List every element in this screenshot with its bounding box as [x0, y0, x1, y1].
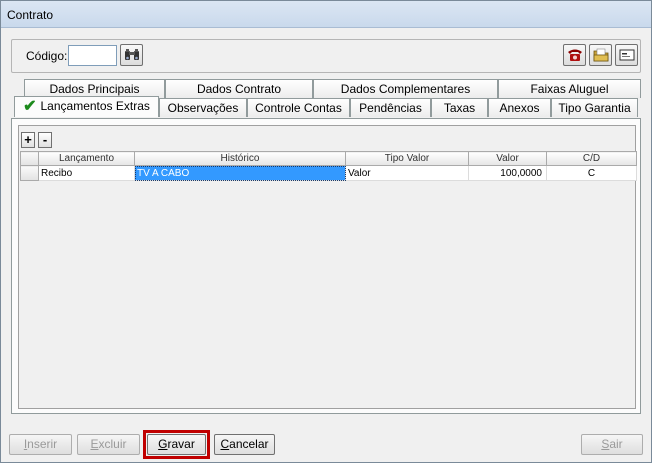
checkmark-icon: ✔	[23, 98, 37, 115]
column-header-historico[interactable]: Histórico	[134, 151, 346, 166]
tab-pendencias[interactable]: Pendências	[350, 98, 431, 117]
row-indicator-header	[20, 151, 39, 166]
button-label-rest: air	[609, 437, 623, 451]
hotkey-letter: E	[90, 437, 99, 451]
tab-label: Lançamentos Extras	[40, 99, 150, 113]
tab-faixas-aluguel[interactable]: Faixas Aluguel	[498, 79, 641, 98]
tab-row-front: ✔ Lançamentos Extras Observações Controle…	[11, 96, 641, 117]
column-header-lancamento[interactable]: Lançamento	[38, 151, 135, 166]
hotkey-letter: G	[158, 437, 168, 451]
tab-label: Pendências	[359, 101, 422, 115]
tab-tipo-garantia[interactable]: Tipo Garantia	[551, 98, 638, 117]
lancamentos-grid: Lançamento Histórico Tipo Valor Valor C/…	[20, 151, 637, 181]
card-icon	[619, 49, 634, 61]
tab-anexos[interactable]: Anexos	[488, 98, 551, 117]
cell-cd[interactable]: C	[546, 165, 637, 181]
tab-label: Taxas	[443, 101, 476, 115]
card-button[interactable]	[615, 44, 638, 66]
tab-label: Dados Complementares	[340, 82, 471, 96]
phone-icon	[567, 49, 582, 61]
tab-label: Dados Contrato	[196, 82, 282, 96]
cancelar-button[interactable]: Cancelar	[214, 434, 275, 455]
tab-taxas[interactable]: Taxas	[431, 98, 488, 117]
tab-label: Anexos	[499, 101, 540, 115]
remove-row-button[interactable]: -	[38, 132, 52, 148]
tab-dados-complementares[interactable]: Dados Complementares	[313, 79, 498, 98]
hotkey-letter: C	[220, 437, 230, 451]
lancamentos-grid-container: + - Lançamento Histórico Tipo Valor Valo…	[18, 125, 637, 409]
cell-historico[interactable]: TV A CABO	[134, 165, 346, 181]
window-title: Contrato	[7, 8, 54, 22]
column-header-cd[interactable]: C/D	[546, 151, 637, 166]
tab-label: Observações	[167, 101, 239, 115]
button-label-rest: nserir	[27, 437, 58, 451]
title-bar: Contrato	[1, 1, 651, 28]
row-indicator[interactable]	[20, 165, 39, 181]
add-row-button[interactable]: +	[21, 132, 35, 148]
sair-button[interactable]: Sair	[581, 434, 643, 455]
tab-label: Dados Principais	[49, 82, 140, 96]
tab-label: Faixas Aluguel	[530, 82, 609, 96]
tab-label: Controle Contas	[255, 101, 342, 115]
codigo-toolbar: Código:	[11, 39, 641, 73]
table-row[interactable]: Recibo TV A CABO Valor 100,0000 C	[20, 165, 637, 181]
folder-icon	[593, 48, 608, 62]
phone-button[interactable]	[563, 44, 586, 66]
folder-button[interactable]	[589, 44, 612, 66]
tab-panel-lancamentos-extras: + - Lançamento Histórico Tipo Valor Valo…	[11, 118, 641, 414]
binoculars-icon	[124, 49, 139, 60]
button-label-rest: xcluir	[98, 437, 127, 451]
action-bar: Inserir Excluir Gravar Cancelar Sair	[1, 423, 651, 462]
codigo-label: Código:	[26, 49, 68, 63]
button-label-rest: ancelar	[229, 437, 269, 451]
excluir-button[interactable]: Excluir	[77, 434, 140, 455]
column-header-tipo-valor[interactable]: Tipo Valor	[345, 151, 469, 166]
codigo-input[interactable]	[68, 45, 117, 66]
column-header-valor[interactable]: Valor	[468, 151, 547, 166]
tab-label: Tipo Garantia	[558, 101, 631, 115]
button-label-rest: ravar	[167, 437, 195, 451]
gravar-button[interactable]: Gravar	[147, 434, 206, 455]
grid-header-row: Lançamento Histórico Tipo Valor Valor C/…	[20, 151, 637, 166]
tab-lancamentos-extras[interactable]: ✔ Lançamentos Extras	[14, 96, 159, 117]
tab-controle-contas[interactable]: Controle Contas	[247, 98, 350, 117]
window-client: Código: Dados Principais Dados Contrato …	[1, 29, 651, 462]
tab-observacoes[interactable]: Observações	[159, 98, 247, 117]
contrato-window: Contrato Código: Dados Principais Dados …	[0, 0, 652, 463]
cell-lancamento[interactable]: Recibo	[38, 165, 135, 181]
cell-tipo-valor[interactable]: Valor	[345, 165, 469, 181]
search-button[interactable]	[120, 44, 143, 66]
tab-dados-contrato[interactable]: Dados Contrato	[165, 79, 313, 98]
inserir-button[interactable]: Inserir	[9, 434, 72, 455]
cell-valor[interactable]: 100,0000	[468, 165, 547, 181]
